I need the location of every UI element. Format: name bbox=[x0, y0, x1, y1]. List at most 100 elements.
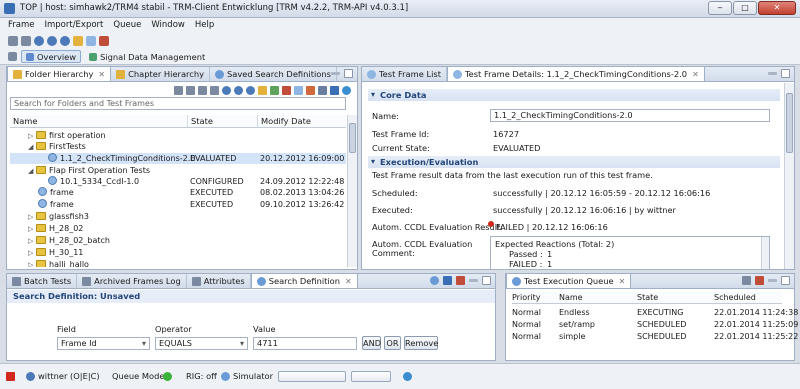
queue-row[interactable]: Normal Endless EXECUTING 22.01.2014 11:2… bbox=[512, 307, 798, 319]
frame-icon[interactable] bbox=[86, 35, 96, 46]
tree-row[interactable]: frame EXECUTED 08.02.2013 13:04:26 bbox=[10, 187, 346, 198]
operator-select[interactable]: EQUALS bbox=[155, 337, 248, 350]
tree-row[interactable]: ▷ H_28_02 bbox=[10, 223, 346, 234]
stop-icon[interactable] bbox=[186, 85, 195, 95]
collapse-icon[interactable] bbox=[330, 85, 339, 95]
expand-icon[interactable]: ▷ bbox=[28, 248, 36, 259]
comment-area[interactable]: Expected Reactions (Total: 2) Passed : 1… bbox=[490, 236, 770, 270]
core-data-section[interactable]: Core Data bbox=[368, 89, 780, 101]
remove-queue-icon[interactable] bbox=[755, 276, 764, 285]
delete-icon[interactable] bbox=[282, 85, 291, 95]
play-icon[interactable] bbox=[8, 35, 18, 46]
new-frame-icon[interactable] bbox=[270, 85, 279, 95]
menu-queue[interactable]: Queue bbox=[113, 20, 141, 30]
close-icon[interactable]: ✕ bbox=[692, 70, 699, 79]
pause-queue-icon[interactable] bbox=[742, 276, 751, 285]
minimize-view-icon[interactable] bbox=[469, 279, 478, 282]
menu-help[interactable]: Help bbox=[195, 20, 214, 30]
execution-section[interactable]: Execution/Evaluation bbox=[368, 156, 780, 168]
expand-icon[interactable]: ▷ bbox=[28, 236, 36, 247]
save-icon[interactable] bbox=[443, 276, 452, 285]
column-modify-date[interactable]: Modify Date bbox=[258, 115, 346, 127]
tab-batch-tests[interactable]: Batch Tests bbox=[7, 274, 78, 288]
tab-test-execution-queue[interactable]: Test Execution Queue ✕ bbox=[506, 273, 632, 288]
menu-import-export[interactable]: Import/Export bbox=[44, 20, 103, 30]
tab-attributes[interactable]: Attributes bbox=[187, 274, 251, 288]
export-icon[interactable] bbox=[306, 85, 315, 95]
tree-row[interactable]: ▷ glassfish3 bbox=[10, 211, 346, 222]
user-group-icon[interactable] bbox=[60, 35, 70, 46]
column-scheduled[interactable]: Scheduled bbox=[714, 292, 756, 304]
name-field[interactable]: 1.1_2_CheckTimingConditions-2.0 bbox=[490, 109, 770, 122]
scroll-thumb[interactable] bbox=[786, 93, 793, 153]
refresh-icon[interactable] bbox=[403, 372, 412, 381]
expand-icon[interactable]: ▷ bbox=[28, 212, 36, 223]
minimize-view-icon[interactable] bbox=[331, 72, 340, 75]
close-icon[interactable]: ✕ bbox=[345, 277, 352, 286]
pause-icon[interactable] bbox=[198, 85, 207, 95]
users-icon[interactable] bbox=[47, 35, 57, 46]
scroll-thumb[interactable] bbox=[349, 123, 356, 153]
queue-mode-led-icon[interactable] bbox=[163, 372, 172, 381]
tab-chapter-hierarchy[interactable]: Chapter Hierarchy bbox=[111, 67, 211, 81]
close-button[interactable]: ✕ bbox=[758, 1, 796, 15]
queue-row[interactable]: Normal simple SCHEDULED 22.01.2014 11:25… bbox=[512, 331, 798, 343]
tree-row[interactable]: ▷ H_30_11 bbox=[10, 247, 346, 258]
tab-saved-search-definitions[interactable]: Saved Search Definitions bbox=[210, 67, 337, 81]
tab-folder-hierarchy[interactable]: Folder Hierarchy ✕ bbox=[7, 66, 112, 81]
edit-icon[interactable] bbox=[294, 85, 303, 95]
tab-test-frame-list[interactable]: Test Frame List bbox=[362, 67, 447, 81]
user-group-icon[interactable] bbox=[246, 85, 255, 95]
close-icon[interactable]: ✕ bbox=[619, 277, 626, 286]
stop-icon[interactable] bbox=[21, 35, 31, 46]
clear-icon[interactable] bbox=[456, 276, 465, 285]
collapse-icon[interactable]: ◢ bbox=[28, 142, 36, 153]
value-input[interactable]: 4711 bbox=[253, 337, 357, 350]
maximize-view-icon[interactable] bbox=[344, 69, 353, 78]
link-icon[interactable] bbox=[318, 85, 327, 95]
user-icon[interactable] bbox=[222, 85, 231, 95]
tab-search-definition[interactable]: Search Definition ✕ bbox=[250, 273, 358, 288]
folder-search-input[interactable]: Search for Folders and Test Frames bbox=[10, 97, 346, 110]
tree-row[interactable]: ▷ H_28_02_batch bbox=[10, 235, 346, 246]
maximize-view-icon[interactable] bbox=[781, 276, 790, 285]
expand-icon[interactable]: ▷ bbox=[28, 224, 36, 235]
tree-row[interactable]: frame EXECUTED 09.10.2012 13:26:42 bbox=[10, 199, 346, 210]
folder-icon[interactable] bbox=[73, 35, 83, 46]
user-icon[interactable] bbox=[34, 35, 44, 46]
minimize-view-icon[interactable] bbox=[768, 279, 777, 282]
details-scrollbar[interactable] bbox=[784, 83, 794, 269]
tree-row[interactable]: ▷ halli_hallo bbox=[10, 259, 346, 267]
close-icon[interactable]: ✕ bbox=[98, 70, 105, 79]
play-icon[interactable] bbox=[174, 85, 183, 95]
tree-row[interactable]: 10.1_5334_Ccdl-1.0 CONFIGURED 24.09.2012… bbox=[10, 176, 346, 187]
refresh-icon[interactable] bbox=[342, 85, 351, 95]
tree-row[interactable]: ◢ FirstTests bbox=[10, 141, 346, 152]
remove-button[interactable]: Remove bbox=[404, 336, 438, 350]
minimize-view-icon[interactable] bbox=[768, 72, 777, 75]
tree-row-selected[interactable]: 1.1_2_CheckTimingConditions-2.0 EVALUATE… bbox=[10, 153, 346, 164]
delete-icon[interactable] bbox=[99, 35, 109, 46]
refresh-run-icon[interactable] bbox=[210, 85, 219, 95]
menu-frame[interactable]: Frame bbox=[8, 20, 34, 30]
column-priority[interactable]: Priority bbox=[512, 292, 540, 304]
tree-row[interactable]: ◢ Flap First Operation Tests bbox=[10, 165, 346, 176]
open-perspective-icon[interactable] bbox=[8, 52, 17, 61]
menu-window[interactable]: Window bbox=[151, 20, 185, 30]
field-select[interactable]: Frame Id bbox=[57, 337, 150, 350]
folder-scrollbar[interactable] bbox=[347, 115, 357, 267]
column-state[interactable]: State bbox=[188, 115, 258, 127]
maximize-view-icon[interactable] bbox=[482, 276, 491, 285]
queue-row[interactable]: Normal set/ramp SCHEDULED 22.01.2014 11:… bbox=[512, 319, 798, 331]
tree-row[interactable]: ▷ first operation bbox=[10, 130, 346, 141]
perspective-signal[interactable]: Signal Data Management bbox=[85, 50, 209, 63]
tab-archived-frames-log[interactable]: Archived Frames Log bbox=[77, 274, 187, 288]
tab-test-frame-details[interactable]: Test Frame Details: 1.1_2_CheckTimingCon… bbox=[446, 66, 705, 81]
comment-scrollbar[interactable] bbox=[761, 237, 769, 269]
new-folder-icon[interactable] bbox=[258, 85, 267, 95]
users-icon[interactable] bbox=[234, 85, 243, 95]
alert-icon[interactable] bbox=[6, 372, 15, 381]
column-state[interactable]: State bbox=[637, 292, 658, 304]
perspective-overview[interactable]: Overview bbox=[21, 50, 82, 63]
expand-icon[interactable]: ▷ bbox=[28, 260, 36, 267]
